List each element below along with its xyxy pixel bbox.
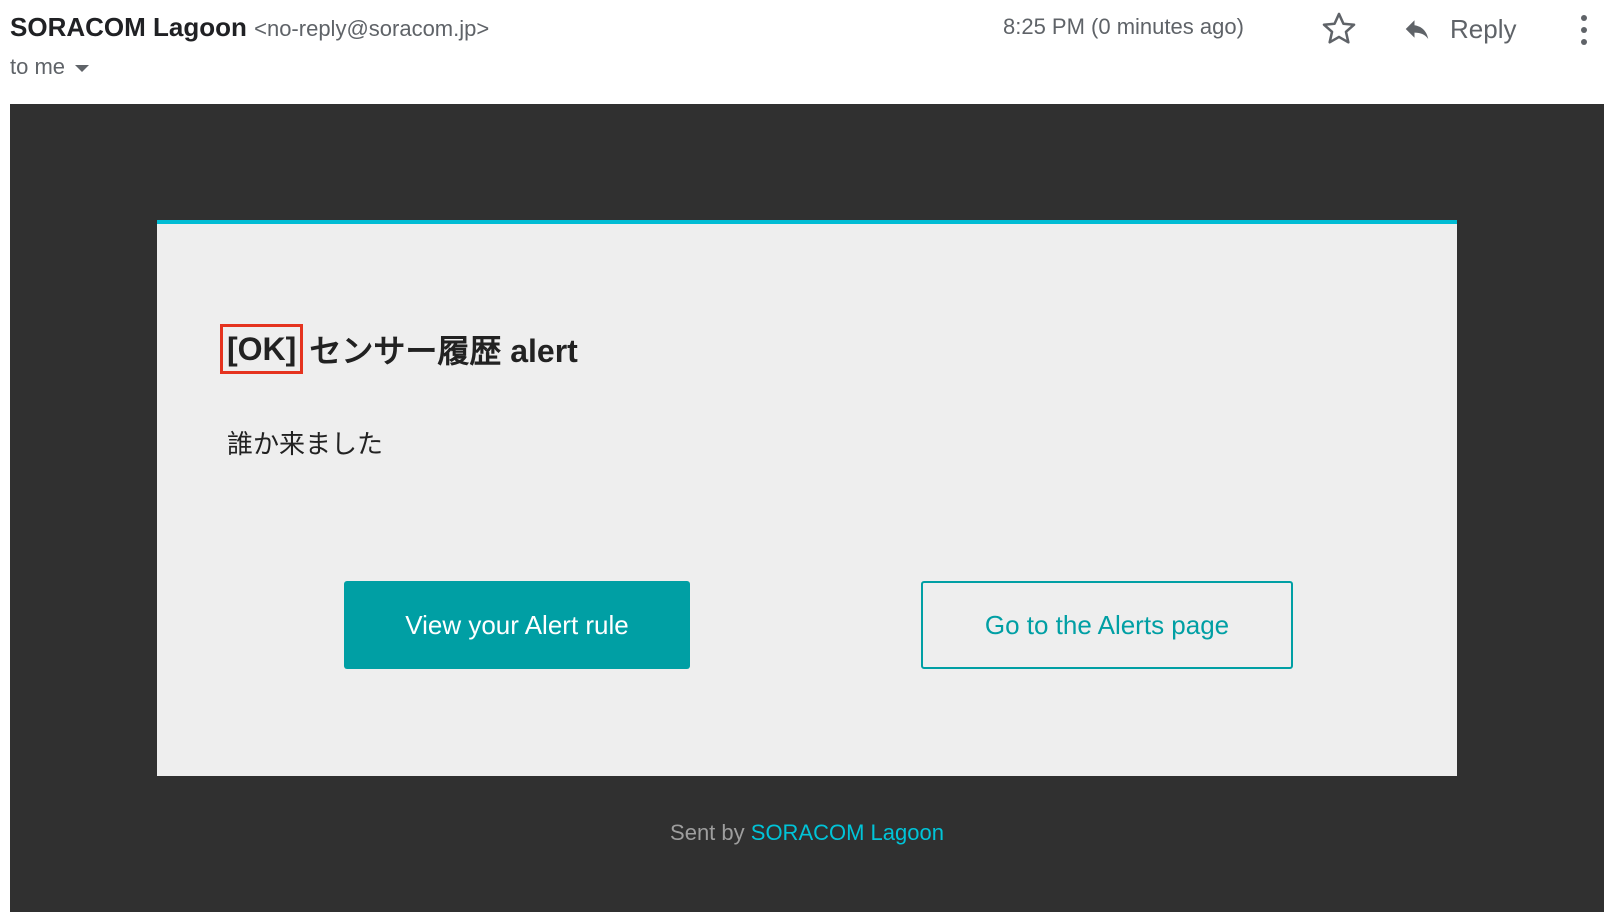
soracom-lagoon-link[interactable]: SORACOM Lagoon [751,820,944,845]
sender-name[interactable]: SORACOM Lagoon [10,12,247,42]
footer-prefix: Sent by [670,820,745,845]
sender-line: SORACOM Lagoon <no-reply@soracom.jp> [10,12,489,43]
chevron-down-icon [75,64,90,72]
email-header: SORACOM Lagoon <no-reply@soracom.jp> to … [0,0,1614,104]
recipient-details-toggle[interactable]: to me [10,54,90,80]
reply-arrow-icon [1400,14,1434,44]
alert-message: 誰か来ました [227,429,384,459]
sender-email: <no-reply@soracom.jp> [254,16,490,41]
alert-heading: [OK] センサー履歴 alert [220,324,578,374]
alert-card: [OK] センサー履歴 alert 誰か来ました View your Alert… [157,220,1457,776]
alert-title: センサー履歴 alert [309,333,578,369]
timestamp: 8:25 PM (0 minutes ago) [1003,14,1244,39]
email-body-frame: [OK] センサー履歴 alert 誰か来ました View your Alert… [10,104,1604,912]
alert-status-badge: [OK] [220,324,304,374]
reply-label: Reply [1450,13,1517,44]
view-alert-rule-button[interactable]: View your Alert rule [344,581,690,669]
reply-button[interactable]: Reply [1400,10,1516,48]
go-to-alerts-page-button[interactable]: Go to the Alerts page [921,581,1293,669]
star-icon[interactable] [1320,10,1358,48]
recipient-label: to me [10,54,66,79]
email-footer: Sent by SORACOM Lagoon [10,820,1604,846]
more-vertical-icon[interactable] [1574,12,1594,48]
